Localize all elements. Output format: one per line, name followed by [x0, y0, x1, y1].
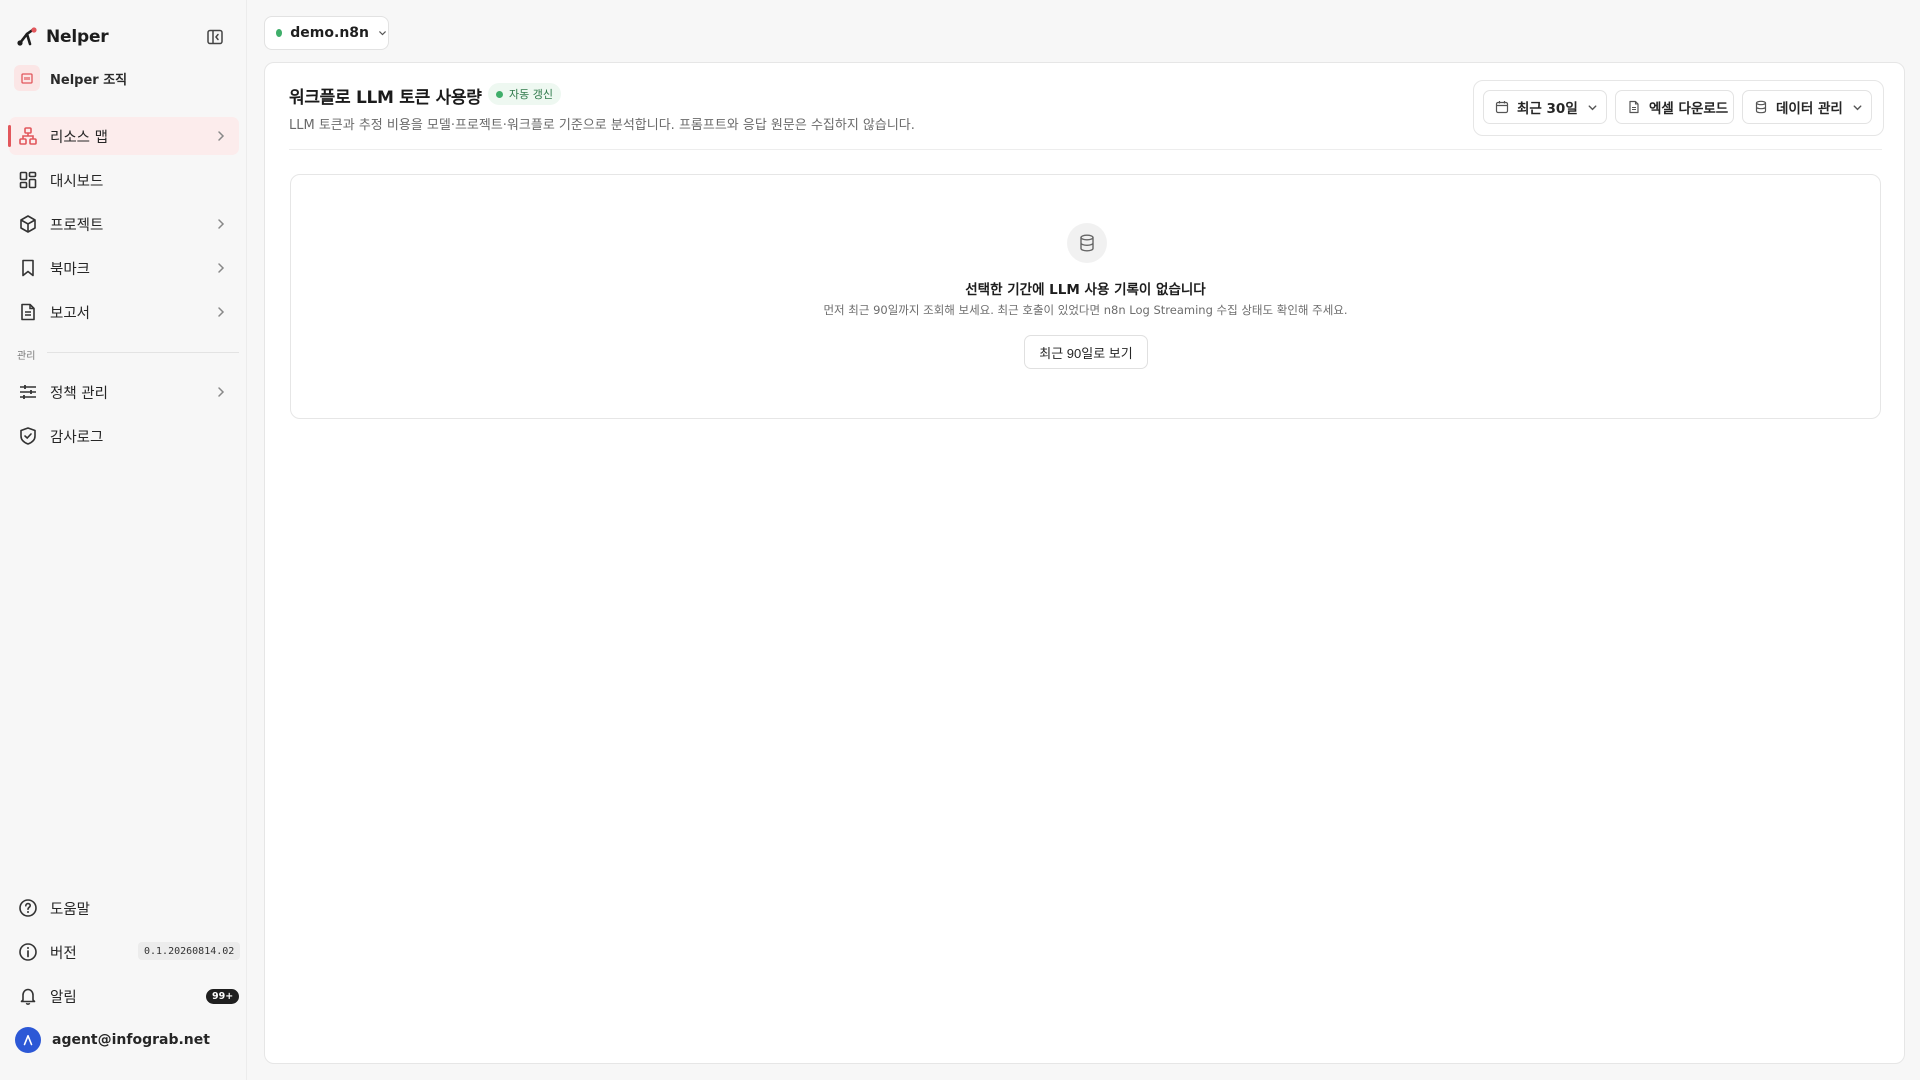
sidebar-item-audit-log[interactable]: 감사로그	[9, 417, 239, 455]
avatar	[15, 1027, 41, 1053]
date-range-button[interactable]: 최근 30일	[1483, 90, 1607, 124]
organization-name: Nelper 조직	[50, 72, 128, 88]
workspace-status-dot	[276, 29, 283, 37]
sidebar-item-label: 보고서	[50, 305, 91, 322]
sidebar-item-label: 알림	[50, 989, 77, 1006]
sidebar-item-version[interactable]: 버전 0.1.20260814.02	[9, 933, 241, 971]
brand-name: Nelper	[46, 27, 109, 47]
sidebar-item-label: 리소스 맵	[50, 129, 108, 146]
brand[interactable]: Nelper	[16, 24, 109, 50]
sidebar-item-policy-management[interactable]: 정책 관리	[9, 373, 239, 411]
view-last-90-days-button[interactable]: 최근 90일로 보기	[1024, 335, 1148, 369]
page-subtitle: LLM 토큰과 추정 비용을 모델·프로젝트·워크플로 기준으로 분석합니다. …	[289, 118, 915, 133]
sidebar-section-admin: 관리	[17, 351, 36, 362]
workspace-selector[interactable]: demo.n8n	[264, 16, 389, 50]
sidebar-collapse-icon	[207, 29, 223, 45]
data-management-button[interactable]: 데이터 관리	[1742, 90, 1872, 124]
bell-icon	[18, 986, 38, 1006]
user-initial-glyph	[23, 1035, 33, 1046]
excel-download-button[interactable]: 엑셀 다운로드	[1615, 90, 1734, 124]
user-account[interactable]: agent@infograb.net	[9, 1021, 239, 1059]
collapse-sidebar-button[interactable]	[204, 26, 226, 48]
main-panel: 워크플로 LLM 토큰 사용량 자동 갱신 LLM 토큰과 추정 비용을 모델·…	[264, 62, 1905, 1064]
sidebar-item-projects[interactable]: 프로젝트	[9, 205, 239, 243]
excel-download-label: 엑셀 다운로드	[1649, 101, 1729, 117]
sliders-icon	[18, 382, 38, 402]
section-divider	[47, 352, 239, 353]
nelper-logo-icon	[17, 27, 37, 46]
dashboard-icon	[18, 170, 38, 190]
organization-switcher[interactable]: Nelper 조직	[14, 64, 127, 92]
empty-state-icon-wrapper	[1067, 223, 1107, 263]
cube-icon	[18, 214, 38, 234]
building-icon	[21, 73, 33, 84]
network-icon	[18, 126, 38, 146]
user-email: agent@infograb.net	[52, 1032, 210, 1048]
help-circle-icon	[18, 898, 38, 918]
sidebar-item-reports[interactable]: 보고서	[9, 293, 239, 331]
chevron-right-icon	[218, 219, 225, 229]
chevron-right-icon	[218, 387, 225, 397]
data-management-label: 데이터 관리	[1776, 101, 1843, 117]
header-divider	[289, 149, 1882, 150]
auto-refresh-dot	[496, 90, 503, 98]
empty-state-card: 선택한 기간에 LLM 사용 기록이 없습니다 먼저 최근 90일까지 조회해 …	[290, 174, 1881, 419]
bookmark-icon	[18, 258, 38, 278]
database-icon	[1080, 234, 1094, 252]
file-icon	[1629, 100, 1639, 114]
empty-state-title: 선택한 기간에 LLM 사용 기록이 없습니다	[965, 282, 1206, 298]
workspace-name: demo.n8n	[290, 25, 369, 41]
auto-refresh-label: 자동 갱신	[509, 88, 553, 101]
chevron-down-icon	[1853, 104, 1862, 110]
toolbar: 최근 30일 엑셀 다운로드 데이터 관리	[1473, 80, 1884, 136]
sidebar-item-help[interactable]: 도움말	[9, 889, 239, 927]
info-icon	[18, 942, 38, 962]
chevron-right-icon	[218, 263, 225, 273]
sidebar-item-resource-map[interactable]: 리소스 맵	[8, 117, 239, 155]
organization-avatar	[14, 65, 40, 91]
version-badge: 0.1.20260814.02	[138, 942, 241, 960]
shield-check-icon	[18, 426, 38, 446]
chevron-right-icon	[218, 131, 225, 141]
sidebar-item-label: 버전	[50, 945, 77, 962]
database-icon	[1755, 100, 1767, 114]
sidebar-item-notifications[interactable]: 알림 99+	[9, 977, 240, 1015]
sidebar-item-label: 대시보드	[50, 173, 104, 190]
sidebar-item-label: 정책 관리	[50, 385, 108, 402]
sidebar-item-label: 감사로그	[50, 429, 104, 446]
sidebar-item-bookmarks[interactable]: 북마크	[9, 249, 239, 287]
date-range-label: 최근 30일	[1517, 101, 1578, 117]
empty-state-description: 먼저 최근 90일까지 조회해 보세요. 최근 호출이 있었다면 n8n Log…	[823, 303, 1348, 317]
chevron-down-icon	[379, 31, 386, 36]
sidebar: Nelper Nelper 조직 리소스 맵 대시보드 프로젝트 북마크 보고서…	[0, 0, 247, 1080]
chevron-down-icon	[1588, 104, 1597, 110]
notification-count-badge: 99+	[206, 989, 240, 1004]
sidebar-item-dashboard[interactable]: 대시보드	[9, 161, 239, 199]
sidebar-item-label: 북마크	[50, 261, 91, 278]
chevron-right-icon	[218, 307, 225, 317]
page-title: 워크플로 LLM 토큰 사용량	[289, 88, 482, 108]
sidebar-item-label: 도움말	[50, 901, 91, 918]
auto-refresh-badge: 자동 갱신	[488, 83, 561, 105]
sidebar-item-label: 프로젝트	[50, 217, 104, 234]
document-icon	[18, 302, 38, 322]
calendar-icon	[1495, 101, 1509, 114]
